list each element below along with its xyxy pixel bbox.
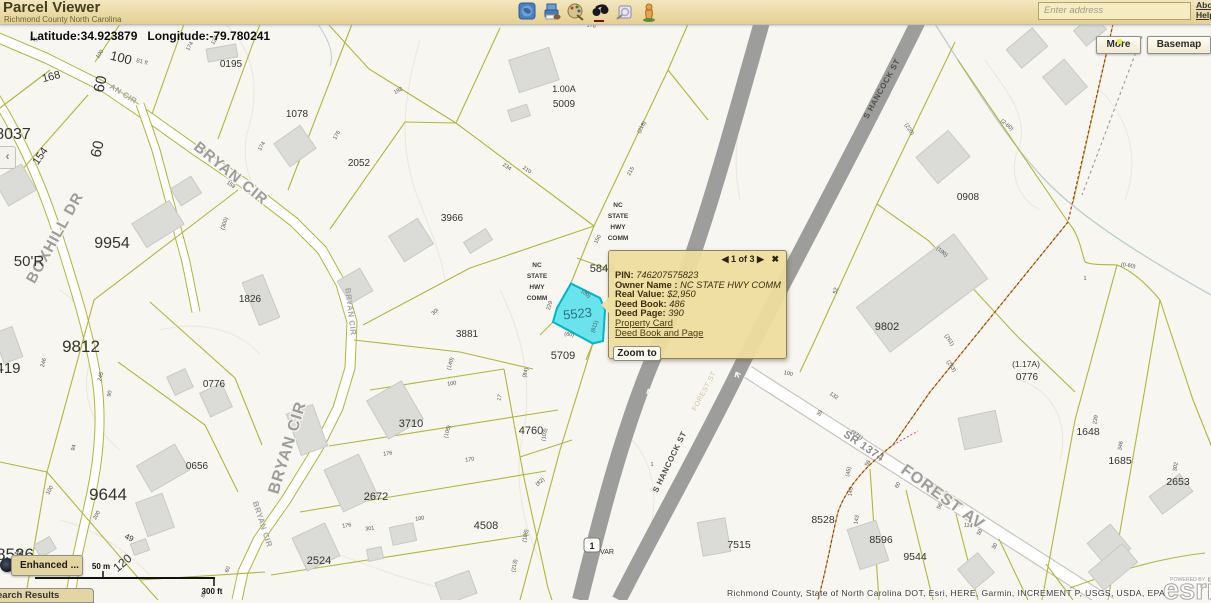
svg-text:9954: 9954 bbox=[94, 235, 130, 252]
svg-text:1: 1 bbox=[650, 462, 653, 468]
svg-text:(1.17A): (1.17A) bbox=[1012, 359, 1040, 369]
svg-text:4508: 4508 bbox=[474, 520, 498, 532]
svg-text:9802: 9802 bbox=[875, 321, 899, 333]
svg-text:1: 1 bbox=[1083, 276, 1086, 282]
svg-text:5009: 5009 bbox=[553, 99, 576, 110]
svg-text:0908: 0908 bbox=[957, 192, 980, 203]
svg-text:9812: 9812 bbox=[62, 337, 100, 356]
svg-text:8528: 8528 bbox=[811, 514, 835, 526]
svg-text:COMM: COMM bbox=[608, 235, 629, 242]
svg-text:176: 176 bbox=[342, 522, 352, 529]
svg-text:100: 100 bbox=[447, 380, 457, 387]
svg-text:50'R: 50'R bbox=[14, 253, 45, 270]
svg-text:100: 100 bbox=[415, 515, 425, 522]
svg-text:300 ft: 300 ft bbox=[202, 587, 223, 596]
svg-text:2524: 2524 bbox=[307, 555, 331, 567]
svg-text:STATE: STATE bbox=[608, 213, 629, 220]
svg-text:1.00A: 1.00A bbox=[552, 84, 576, 94]
svg-text:0776: 0776 bbox=[1016, 372, 1039, 383]
svg-text:301: 301 bbox=[365, 525, 375, 532]
svg-text:NC: NC bbox=[613, 202, 623, 209]
svg-text:0195: 0195 bbox=[220, 59, 243, 70]
svg-text:esri: esri bbox=[1163, 574, 1211, 600]
svg-text:60: 60 bbox=[91, 74, 111, 94]
svg-text:170: 170 bbox=[465, 456, 475, 463]
svg-text:8596: 8596 bbox=[869, 534, 893, 546]
svg-text:9544: 9544 bbox=[903, 551, 927, 563]
svg-text:0656: 0656 bbox=[186, 461, 209, 472]
svg-text:0776: 0776 bbox=[203, 379, 226, 390]
svg-text:2672: 2672 bbox=[364, 491, 388, 503]
svg-text:176: 176 bbox=[383, 450, 393, 457]
svg-text:COMM: COMM bbox=[527, 295, 548, 302]
svg-text:2653: 2653 bbox=[1166, 476, 1190, 488]
svg-text:3881: 3881 bbox=[456, 329, 479, 340]
svg-text:2052: 2052 bbox=[348, 158, 371, 169]
svg-text:NC: NC bbox=[532, 262, 542, 269]
svg-text:1078: 1078 bbox=[286, 109, 309, 120]
svg-text:3710: 3710 bbox=[399, 418, 423, 430]
svg-text:1826: 1826 bbox=[239, 294, 262, 305]
svg-text:60: 60 bbox=[88, 139, 108, 159]
svg-text:7515: 7515 bbox=[727, 539, 751, 551]
svg-text:114: 114 bbox=[963, 522, 973, 529]
svg-text:4760: 4760 bbox=[519, 425, 543, 437]
svg-text:STATE: STATE bbox=[527, 273, 548, 280]
svg-text:HWY: HWY bbox=[529, 284, 545, 291]
svg-text:8037: 8037 bbox=[0, 126, 31, 143]
svg-text:VAR: VAR bbox=[600, 549, 614, 556]
svg-text:HWY: HWY bbox=[610, 224, 626, 231]
svg-text:3966: 3966 bbox=[441, 213, 464, 224]
svg-text:50 m: 50 m bbox=[92, 562, 110, 571]
svg-text:9644: 9644 bbox=[89, 485, 127, 504]
svg-text:1648: 1648 bbox=[1076, 426, 1100, 438]
svg-text:1: 1 bbox=[589, 541, 594, 551]
svg-text:419: 419 bbox=[0, 360, 21, 377]
svg-text:1685: 1685 bbox=[1108, 455, 1132, 467]
svg-text:5523: 5523 bbox=[562, 305, 592, 323]
svg-text:5709: 5709 bbox=[551, 350, 575, 362]
